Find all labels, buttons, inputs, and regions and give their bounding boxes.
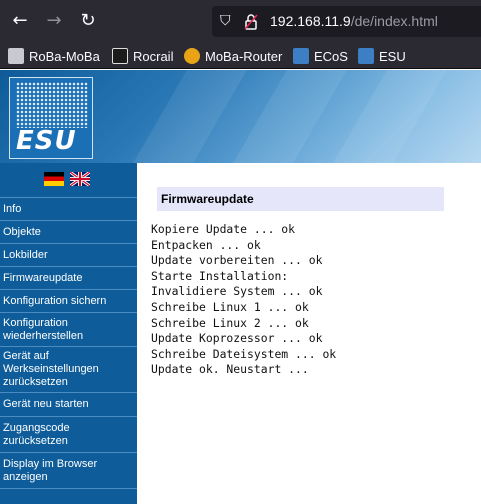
rocrail-icon [112,48,128,64]
sidebar-item-label: Gerät auf Werkseinstellungen zurücksetze… [3,350,99,388]
log-line: Schreibe Dateisystem ... ok [151,346,337,361]
german-flag-icon[interactable] [44,172,64,186]
moba-router-icon [184,48,200,64]
sidebar-item-info[interactable]: Info [0,197,137,220]
sidebar-item-label: Firmwareupdate [3,271,83,284]
esu-favicon-icon [358,48,374,64]
language-selector [0,163,137,197]
reload-icon[interactable]: ↻ [76,9,100,33]
main-content: Firmwareupdate Kopiere Update ... ok Entp… [137,163,481,504]
url-text[interactable]: 192.168.11.9/de/index.html [270,13,438,29]
sidebar-item-label: Info [3,202,22,215]
sidebar-item-label: Lokbilder [3,248,48,261]
sidebar-item-lokbilder[interactable]: Lokbilder [0,243,137,266]
logo-text: ESU [16,126,77,156]
log-line: Entpacken ... ok [151,237,261,252]
esu-logo: ESU [9,77,93,159]
log-line: Schreibe Linux 2 ... ok [151,315,309,330]
sidebar-item-konfiguration-sichern[interactable]: Konfiguration sichern [0,289,137,312]
sidebar-item-label: Objekte [3,225,41,238]
banner-decoration [133,70,247,163]
log-line: Update ok. Neustart ... [151,362,309,377]
shield-icon[interactable]: ⛉ [220,12,236,30]
bookmark-rocrail[interactable]: Rocrail [112,46,173,66]
logo-dot-pattern [16,82,88,128]
sidebar-item-label: Display im Browser anzeigen [3,457,98,483]
url-bar[interactable]: ⛉ 192.168.11.9/de/index.html [212,6,481,37]
bookmark-label: ECoS [314,48,348,64]
log-line: Update Koprozessor ... ok [151,331,323,346]
log-line: Kopiere Update ... ok [151,222,296,236]
esu-favicon-icon [293,48,309,64]
bookmark-esu[interactable]: ESU [358,46,406,66]
bookmarks-bar: RoBa-MoBa Rocrail MoBa-Router ECoS ESU [0,42,481,69]
sidebar-item-label: Konfiguration wiederherstellen [3,316,84,342]
uk-flag-icon[interactable] [70,172,90,186]
sidebar-item-objekte[interactable]: Objekte [0,220,137,243]
web-page: ESU Info Objekte Lokbilder Firmwareupdat… [0,70,481,504]
bookmark-label: RoBa-MoBa [29,48,100,64]
sidebar-item-label: Gerät neu starten [3,398,89,410]
banner-decoration [333,70,447,163]
bookmark-label: ESU [379,48,406,64]
sidebar-item-label: Zugangscode zurücksetzen [3,421,70,447]
sidebar-item-neu-starten[interactable]: Gerät neu starten [0,392,137,416]
banner-decoration [233,70,347,163]
header-banner: ESU [0,70,481,163]
folder-icon [8,48,24,64]
back-arrow-icon[interactable]: ← [8,9,32,33]
sidebar-item-label: Konfiguration sichern [3,294,107,307]
bookmark-moba-router[interactable]: MoBa-Router [184,46,282,66]
bookmark-label: Rocrail [133,48,174,64]
log-line: Starte Installation: [151,268,289,283]
bookmark-ecos[interactable]: ECoS [293,46,348,66]
update-log: Kopiere Update ... ok Entpacken ... ok Upd… [151,222,336,378]
bookmark-label: MoBa-Router [205,48,283,64]
sidebar-item-more [0,488,137,504]
bookmark-roba-moba[interactable]: RoBa-MoBa [8,46,100,66]
sidebar-item-werkseinstellungen[interactable]: Gerät auf Werkseinstellungen zurücksetze… [0,346,137,392]
page-title: Firmwareupdate [157,187,444,211]
log-line: Schreibe Linux 1 ... ok [151,299,309,314]
log-line: Update vorbereiten ... ok [151,253,323,268]
sidebar-item-display-browser[interactable]: Display im Browser anzeigen [0,452,137,488]
url-path: /de/index.html [350,13,438,29]
sidebar-item-konfiguration-wiederherstellen[interactable]: Konfiguration wiederherstellen [0,312,137,346]
insecure-lock-icon[interactable] [244,13,258,31]
sidebar-menu: Info Objekte Lokbilder Firmwareupdate Ko… [0,163,137,504]
forward-arrow-icon[interactable]: → [42,9,66,33]
url-host: 192.168.11.9 [270,13,351,29]
browser-toolbar: ← → ↻ ⛉ 192.168.11.9/de/index.html [0,0,481,42]
sidebar-item-firmwareupdate[interactable]: Firmwareupdate [0,266,137,289]
sidebar-item-zugangscode[interactable]: Zugangscode zurücksetzen [0,416,137,452]
log-line: Invalidiere System ... ok [151,284,323,299]
